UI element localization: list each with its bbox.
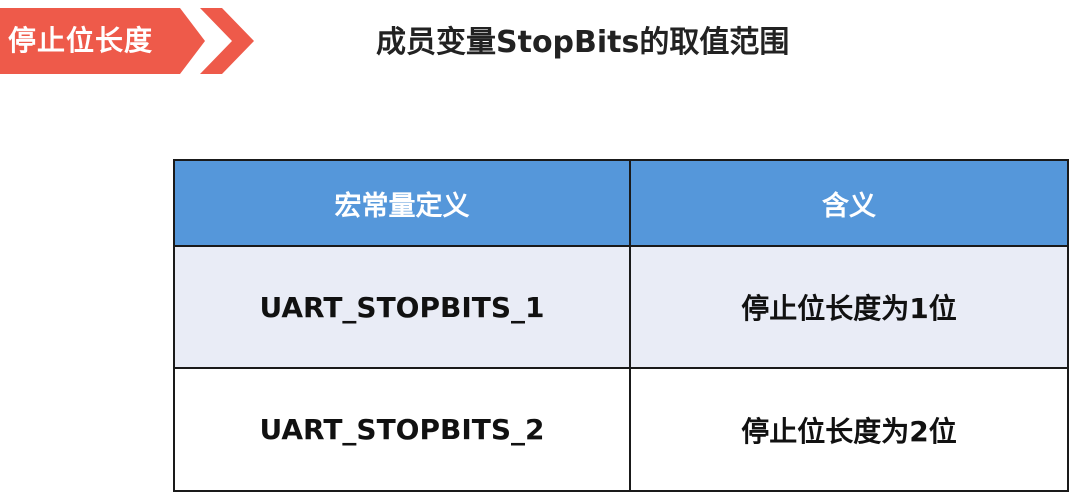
section-tag-label: 停止位长度 — [8, 24, 154, 57]
definitions-table: 宏常量定义 含义 UART_STOPBITS_1 停止位长度为1位 UART_S… — [173, 159, 1069, 492]
table-row: UART_STOPBITS_1 停止位长度为1位 — [173, 245, 1069, 369]
header-macro-definition: 宏常量定义 — [173, 159, 631, 247]
table-cell-meaning: 停止位长度为1位 — [629, 245, 1069, 369]
table-cell-meaning: 停止位长度为2位 — [629, 367, 1069, 492]
table-row: UART_STOPBITS_2 停止位长度为2位 — [173, 367, 1069, 492]
chevron-right-icon — [200, 8, 254, 74]
section-tag: 停止位长度 — [0, 8, 205, 74]
table-cell-macro: UART_STOPBITS_2 — [173, 367, 631, 492]
definitions-table-container: 宏常量定义 含义 UART_STOPBITS_1 停止位长度为1位 UART_S… — [173, 159, 1069, 492]
slide: 停止位长度 成员变量StopBits的取值范围 宏常量定义 含义 UART_ST… — [0, 0, 1092, 496]
table-header-row: 宏常量定义 含义 — [173, 159, 1069, 247]
header-meaning: 含义 — [629, 159, 1069, 247]
table-cell-macro: UART_STOPBITS_1 — [173, 245, 631, 369]
slide-title: 成员变量StopBits的取值范围 — [376, 25, 790, 60]
